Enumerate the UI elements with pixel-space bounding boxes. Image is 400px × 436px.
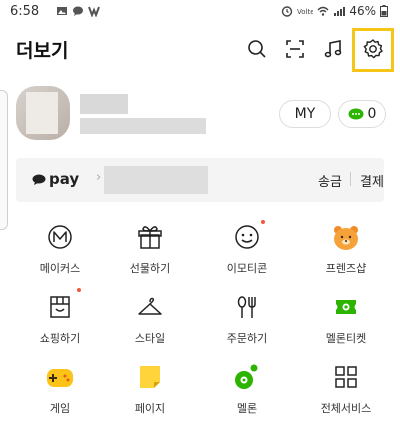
service-friends-shop[interactable]: 프렌즈샵	[296, 220, 396, 290]
volte-icon: Volte	[297, 8, 313, 16]
header: 더보기	[0, 30, 400, 70]
service-shopping[interactable]: 쇼핑하기	[10, 288, 110, 360]
music-note-icon	[324, 40, 342, 58]
chevron-right-icon: ›	[96, 170, 102, 185]
pay-divider	[350, 172, 351, 186]
pay-payment-button[interactable]: 결제	[360, 171, 384, 190]
new-badge-dot	[261, 220, 265, 224]
gallery-notification-icon	[57, 7, 67, 15]
page-icon	[135, 362, 165, 392]
profile-name-redacted	[80, 94, 128, 114]
scan-icon	[286, 40, 304, 58]
pay-logo-text: pay	[49, 170, 80, 188]
page-title: 더보기	[16, 40, 69, 62]
search-icon	[248, 40, 266, 58]
service-label: 선물하기	[129, 262, 171, 275]
app-notification-icon	[88, 6, 100, 17]
service-label: 페이지	[134, 402, 166, 415]
avatar[interactable]	[16, 86, 70, 140]
settings-highlight-box	[352, 28, 394, 72]
chat-bubble-icon	[348, 108, 364, 120]
talk-count-button[interactable]: 0	[338, 100, 386, 128]
service-melon[interactable]: 멜론	[197, 360, 297, 430]
fork-knife-icon	[232, 292, 262, 322]
game-controller-icon	[45, 362, 75, 392]
avatar-image	[26, 92, 58, 134]
pay-bubble-icon	[32, 174, 46, 185]
service-label: 주문하기	[226, 332, 268, 345]
melon-ticket-icon	[331, 292, 361, 322]
svg-text:Volte: Volte	[297, 8, 313, 16]
status-time: 6:58	[10, 4, 40, 19]
service-all[interactable]: 전체서비스	[296, 360, 396, 430]
status-system-icons: Volte 46%	[281, 4, 388, 18]
qr-scan-button[interactable]	[280, 34, 310, 64]
status-notification-icons	[56, 5, 100, 17]
pay-balance-redacted	[104, 166, 208, 194]
wifi-icon	[317, 6, 329, 16]
battery-percent: 46%	[349, 4, 376, 18]
service-label: 스타일	[134, 332, 166, 345]
service-label: 쇼핑하기	[39, 332, 81, 345]
service-label: 메이커스	[39, 262, 81, 275]
makers-icon	[45, 222, 75, 252]
alarm-icon	[282, 6, 293, 17]
battery-icon	[380, 5, 388, 17]
service-label: 멜론티켓	[325, 332, 367, 345]
chat-notification-icon	[73, 6, 83, 16]
service-label: 이모티콘	[226, 262, 268, 275]
profile-status-redacted	[80, 118, 206, 134]
service-style[interactable]: 스타일	[100, 290, 200, 360]
signal-icon	[334, 7, 346, 16]
hanger-icon	[135, 292, 165, 322]
music-button[interactable]	[318, 34, 348, 64]
search-button[interactable]	[242, 34, 272, 64]
service-label: 게임	[49, 402, 71, 415]
service-makers[interactable]: 메이커스	[10, 220, 110, 290]
service-label: 프렌즈샵	[325, 262, 367, 275]
service-game[interactable]: 게임	[10, 360, 110, 430]
melon-icon	[232, 362, 262, 392]
my-button[interactable]: MY	[279, 100, 331, 128]
service-melon-ticket[interactable]: 멜론티켓	[296, 290, 396, 360]
service-label: 전체서비스	[320, 402, 372, 415]
grid-icon	[331, 362, 361, 392]
new-badge-dot	[77, 288, 81, 292]
emoticon-icon	[232, 220, 265, 252]
shopping-icon	[45, 288, 81, 322]
talk-count: 0	[367, 106, 377, 122]
pay-send-button[interactable]: 송금	[318, 171, 342, 190]
friends-shop-icon	[331, 222, 361, 252]
status-bar: 6:58 Volte 46%	[0, 0, 400, 24]
profile-section[interactable]: MY 0	[0, 84, 400, 144]
pay-logo[interactable]: pay	[32, 170, 79, 188]
service-label: 멜론	[236, 402, 258, 415]
service-emoticon[interactable]: 이모티콘	[197, 220, 297, 290]
gift-icon	[135, 222, 165, 252]
service-order[interactable]: 주문하기	[197, 290, 297, 360]
kakao-pay-card[interactable]: pay › 송금 결제	[16, 158, 384, 202]
service-page[interactable]: 페이지	[100, 360, 200, 430]
service-gift[interactable]: 선물하기	[100, 220, 200, 290]
